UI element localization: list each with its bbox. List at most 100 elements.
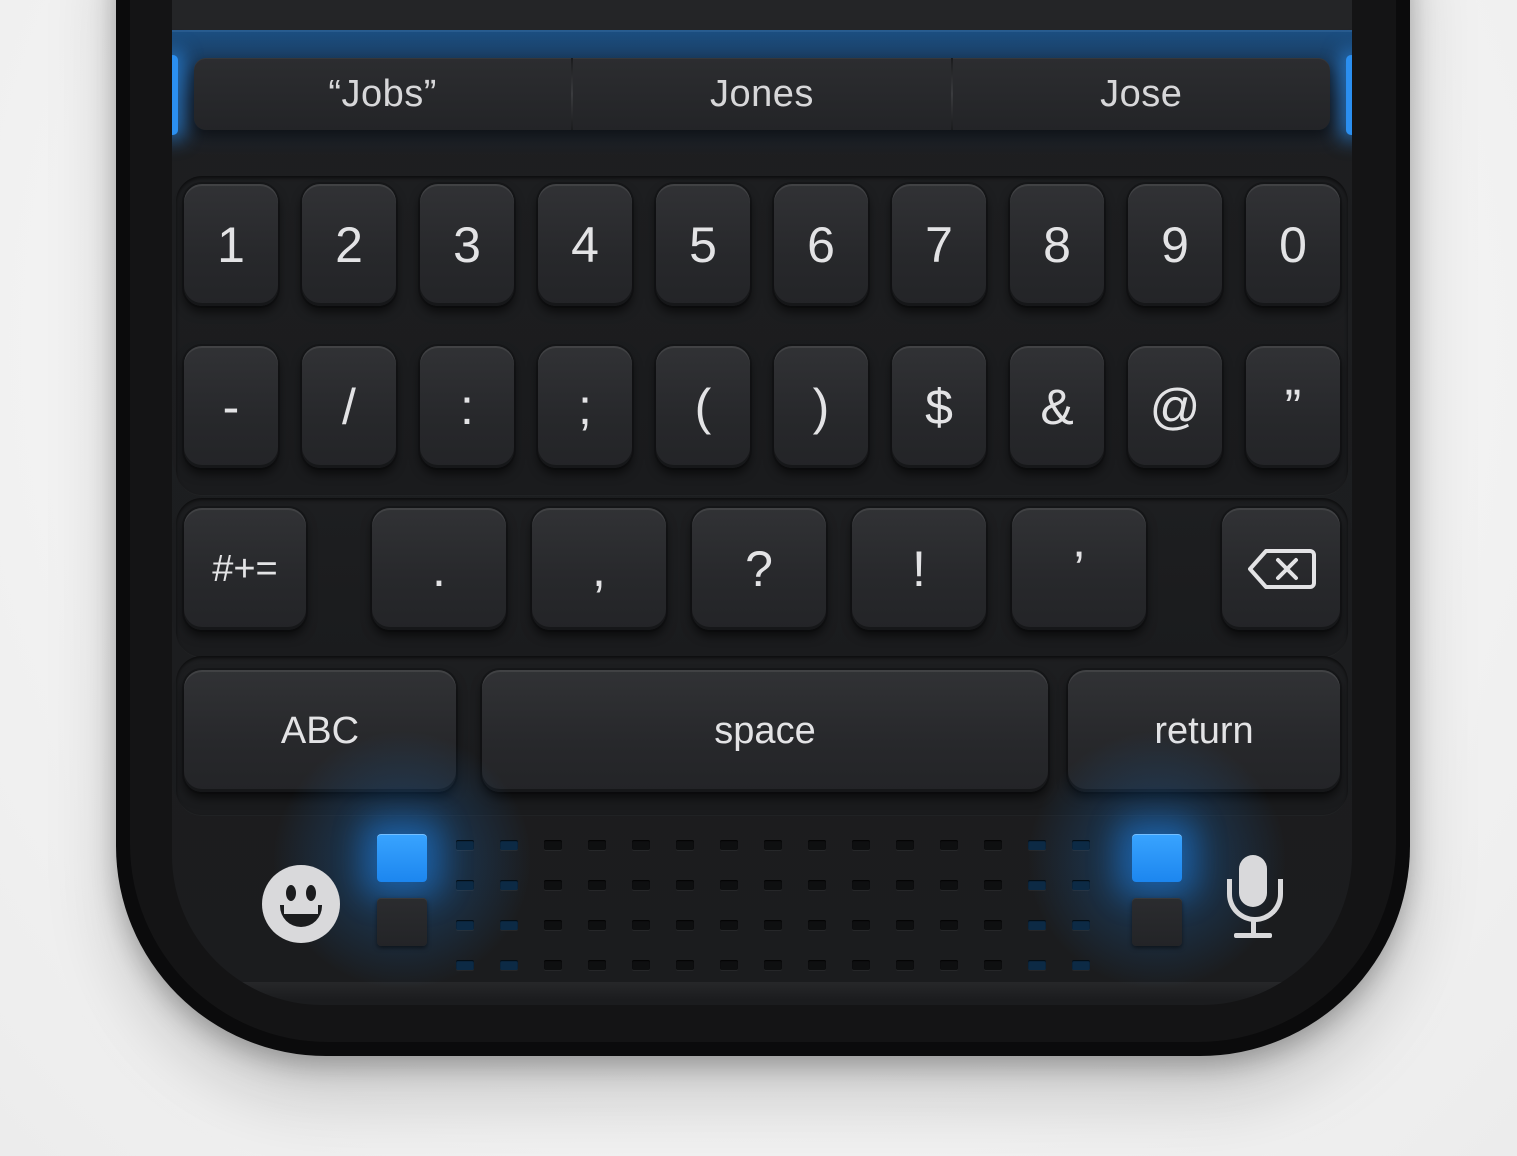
grille-hole	[764, 960, 782, 970]
grille-hole	[940, 880, 958, 890]
key-ampersand[interactable]: &	[1010, 346, 1104, 468]
screen-bottom-edge	[172, 982, 1352, 1000]
key-question[interactable]: ?	[692, 508, 826, 630]
grille-hole	[456, 840, 474, 850]
speaker-grille	[456, 830, 1090, 970]
grille-hole	[676, 960, 694, 970]
grille-hole	[1028, 960, 1046, 970]
grille-hole	[896, 920, 914, 930]
key-period[interactable]: .	[372, 508, 506, 630]
grille-hole	[984, 880, 1002, 890]
grille-hole	[1072, 920, 1090, 930]
emoji-eye-left	[286, 885, 296, 901]
key-dollar[interactable]: $	[892, 346, 986, 468]
key-semicolon[interactable]: ;	[538, 346, 632, 468]
grille-hole	[808, 920, 826, 930]
key-1[interactable]: 1	[184, 184, 278, 306]
grille-hole	[940, 960, 958, 970]
grille-hole	[940, 840, 958, 850]
grille-hole	[1028, 880, 1046, 890]
key-comma[interactable]: ,	[532, 508, 666, 630]
grille-hole	[500, 840, 518, 850]
grille-hole	[1028, 920, 1046, 930]
suggestion-item[interactable]: “Jobs”	[194, 58, 571, 130]
key-5[interactable]: 5	[656, 184, 750, 306]
grille-hole	[500, 960, 518, 970]
key-exclamation[interactable]: !	[852, 508, 986, 630]
grille-hole	[500, 920, 518, 930]
suggestion-item[interactable]: Jose	[953, 58, 1330, 130]
delete-backspace-icon	[1248, 549, 1316, 589]
grille-hole	[544, 840, 562, 850]
grille-hole	[984, 960, 1002, 970]
grille-hole	[764, 880, 782, 890]
grille-hole	[808, 880, 826, 890]
suggestion-item[interactable]: Jones	[573, 58, 950, 130]
grille-hole	[1028, 840, 1046, 850]
left-status-led	[377, 834, 427, 882]
emoji-eye-right	[306, 885, 316, 901]
grille-hole	[676, 840, 694, 850]
predictive-text-bar: “Jobs” Jones Jose	[194, 58, 1330, 130]
suggestion-bar-left-light	[172, 55, 178, 135]
key-6[interactable]: 6	[774, 184, 868, 306]
grille-hole	[1072, 960, 1090, 970]
grille-hole	[544, 880, 562, 890]
right-status-led	[1132, 834, 1182, 882]
key-slash[interactable]: /	[302, 346, 396, 468]
suggestion-bar-right-light	[1346, 55, 1352, 135]
grille-hole	[808, 960, 826, 970]
microphone-arc	[1227, 879, 1283, 922]
grille-hole	[588, 840, 606, 850]
more-symbols-key[interactable]: #+=	[184, 508, 306, 630]
grille-hole	[544, 960, 562, 970]
grille-hole	[456, 960, 474, 970]
grille-hole	[500, 880, 518, 890]
grille-hole	[852, 960, 870, 970]
grille-hole	[852, 880, 870, 890]
key-hyphen[interactable]: -	[184, 346, 278, 468]
key-at[interactable]: @	[1128, 346, 1222, 468]
grille-hole	[852, 840, 870, 850]
grille-hole	[720, 840, 738, 850]
grille-hole	[676, 920, 694, 930]
grille-hole	[808, 840, 826, 850]
dictation-button[interactable]	[1222, 855, 1284, 945]
key-quote[interactable]: ”	[1246, 346, 1340, 468]
key-0[interactable]: 0	[1246, 184, 1340, 306]
delete-key[interactable]	[1222, 508, 1340, 630]
grille-hole	[720, 880, 738, 890]
grille-hole	[984, 920, 1002, 930]
grille-hole	[720, 960, 738, 970]
grille-hole	[720, 920, 738, 930]
key-4[interactable]: 4	[538, 184, 632, 306]
space-key[interactable]: space	[482, 670, 1048, 792]
key-9[interactable]: 9	[1128, 184, 1222, 306]
grille-hole	[632, 960, 650, 970]
key-8[interactable]: 8	[1010, 184, 1104, 306]
right-led-off	[1132, 898, 1182, 946]
key-close-paren[interactable]: )	[774, 346, 868, 468]
grille-hole	[896, 880, 914, 890]
key-open-paren[interactable]: (	[656, 346, 750, 468]
emoji-button[interactable]	[262, 865, 340, 943]
left-led-off	[377, 898, 427, 946]
key-apostrophe[interactable]: ’	[1012, 508, 1146, 630]
grille-hole	[588, 920, 606, 930]
microphone-base	[1234, 933, 1272, 938]
grille-hole	[764, 840, 782, 850]
emoji-teeth	[284, 905, 318, 914]
key-7[interactable]: 7	[892, 184, 986, 306]
grille-hole	[588, 880, 606, 890]
grille-hole	[896, 840, 914, 850]
keyboard-screen: “Jobs” Jones Jose 1 2 3 4 5 6 7 8 9 0 - …	[172, 0, 1352, 1005]
content-area-edge	[172, 0, 1352, 32]
key-2[interactable]: 2	[302, 184, 396, 306]
grille-hole	[896, 960, 914, 970]
grille-hole	[588, 960, 606, 970]
grille-hole	[632, 840, 650, 850]
grille-hole	[1072, 840, 1090, 850]
key-colon[interactable]: :	[420, 346, 514, 468]
key-3[interactable]: 3	[420, 184, 514, 306]
grille-hole	[984, 840, 1002, 850]
